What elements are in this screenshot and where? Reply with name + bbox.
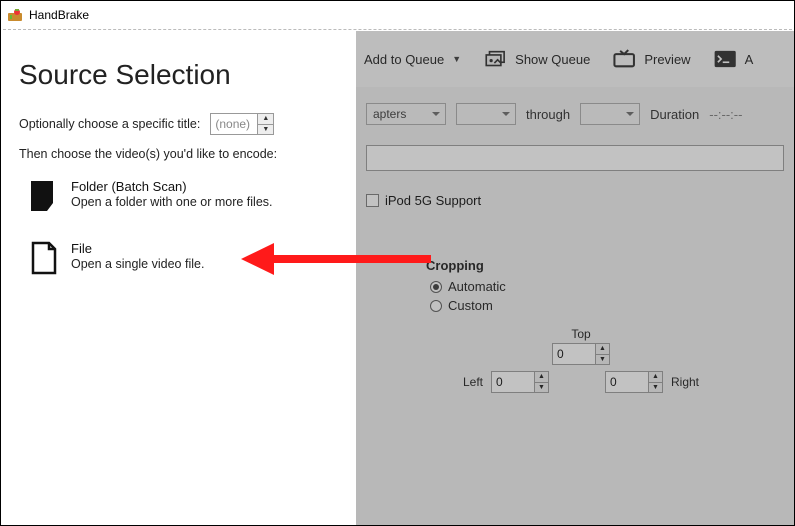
preview-label: Preview <box>644 52 690 67</box>
crop-left-label: Left <box>463 375 483 389</box>
duration-label: Duration <box>650 107 699 122</box>
title-spinner[interactable]: ▲ ▼ <box>210 113 274 135</box>
choose-video-label: Then choose the video(s) you'd like to e… <box>19 147 338 161</box>
file-icon <box>29 241 59 275</box>
folder-icon <box>29 179 59 213</box>
crop-custom-radio[interactable] <box>430 300 442 312</box>
add-to-queue-caret-icon: ▼ <box>452 54 461 64</box>
crop-right-input[interactable]: ▲▼ <box>605 371 663 393</box>
cropping-label: Cropping <box>426 258 794 273</box>
duration-value: --:--:-- <box>709 107 742 122</box>
ipod-row: iPod 5G Support <box>356 171 794 208</box>
chapters-combo[interactable]: apters <box>366 103 446 125</box>
activity-log-button[interactable]: A <box>707 44 760 74</box>
open-folder-option[interactable]: Folder (Batch Scan) Open a folder with o… <box>19 179 338 213</box>
queue-icon <box>483 48 509 70</box>
show-queue-label: Show Queue <box>515 52 590 67</box>
crop-auto-row[interactable]: Automatic <box>430 279 794 294</box>
through-label: through <box>526 107 570 122</box>
main-panel: Add to Queue ▼ Show Queue Preview A apte… <box>356 31 794 525</box>
ipod-label: iPod 5G Support <box>385 193 481 208</box>
crop-custom-label: Custom <box>448 298 493 313</box>
destination-input[interactable] <box>366 145 784 171</box>
open-file-desc: Open a single video file. <box>71 257 204 271</box>
source-selection-panel: Source Selection Optionally choose a spe… <box>1 31 356 525</box>
crop-right-label: Right <box>671 375 699 389</box>
title-spinner-up[interactable]: ▲ <box>258 114 273 125</box>
content-area: Source Selection Optionally choose a spe… <box>1 31 794 525</box>
crop-auto-label: Automatic <box>448 279 506 294</box>
show-queue-button[interactable]: Show Queue <box>477 44 596 74</box>
app-icon <box>7 7 23 23</box>
chapter-end-combo[interactable] <box>580 103 640 125</box>
crop-top-label: Top <box>426 327 736 341</box>
open-folder-title: Folder (Batch Scan) <box>71 179 273 194</box>
open-file-option[interactable]: File Open a single video file. <box>19 241 338 275</box>
preview-button[interactable]: Preview <box>606 44 696 74</box>
title-chooser-row: Optionally choose a specific title: ▲ ▼ <box>19 113 338 135</box>
ipod-checkbox[interactable] <box>366 194 379 207</box>
open-file-title: File <box>71 241 204 256</box>
cropping-section: Cropping Automatic Custom Top ▲▼ <box>426 258 794 393</box>
add-to-queue-button[interactable]: Add to Queue ▼ <box>358 48 467 71</box>
terminal-icon <box>713 48 739 70</box>
source-heading: Source Selection <box>19 59 338 91</box>
crop-left-input[interactable]: ▲▼ <box>491 371 549 393</box>
chapter-start-combo[interactable] <box>456 103 516 125</box>
titlebar: HandBrake <box>1 1 794 29</box>
add-to-queue-label: Add to Queue <box>364 52 444 67</box>
title-spinner-down[interactable]: ▼ <box>258 125 273 135</box>
tv-icon <box>612 48 638 70</box>
chapter-row: apters through Duration --:--:-- <box>356 87 794 131</box>
title-spinner-input[interactable] <box>211 114 257 134</box>
toolbar: Add to Queue ▼ Show Queue Preview A <box>356 31 794 87</box>
open-folder-desc: Open a folder with one or more files. <box>71 195 273 209</box>
activity-label: A <box>745 52 754 67</box>
crop-grid: Top ▲▼ Left ▲▼ <box>426 327 736 393</box>
app-title: HandBrake <box>29 8 89 22</box>
title-chooser-label: Optionally choose a specific title: <box>19 117 200 131</box>
crop-top-input[interactable]: ▲▼ <box>552 343 610 365</box>
crop-custom-row[interactable]: Custom <box>430 298 794 313</box>
app-window: HandBrake Source Selection Optionally ch… <box>0 0 795 526</box>
crop-auto-radio[interactable] <box>430 281 442 293</box>
menubar-separator <box>3 29 792 30</box>
